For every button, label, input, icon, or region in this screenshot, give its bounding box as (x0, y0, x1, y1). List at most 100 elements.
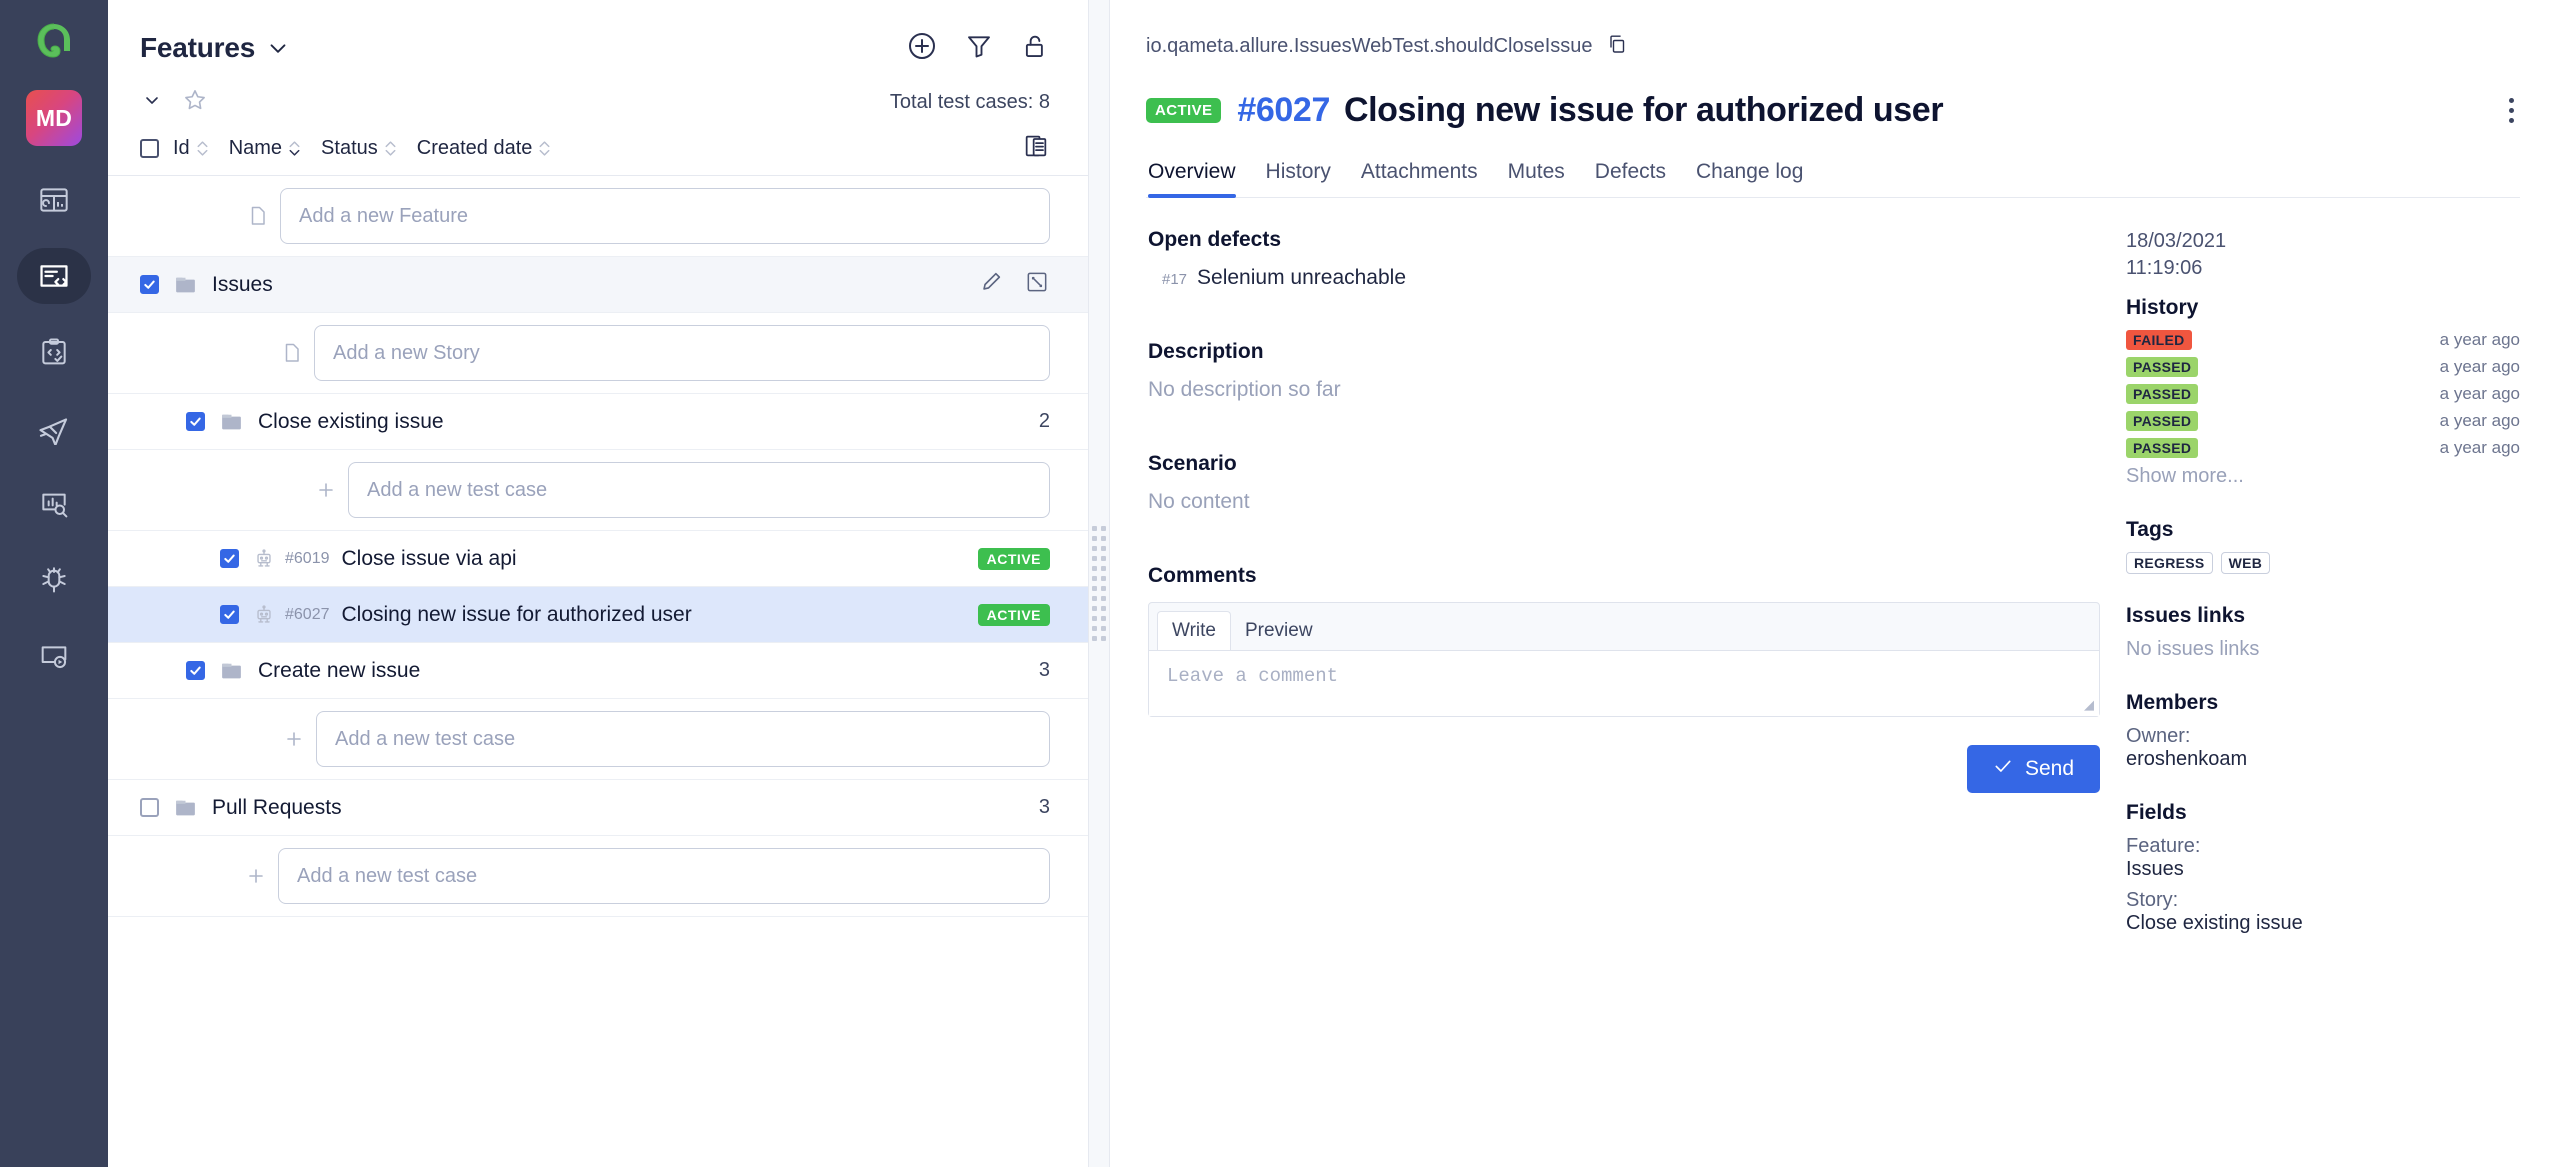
history-item[interactable]: PASSED a year ago (2126, 357, 2520, 378)
resize-handle-icon[interactable]: ◢ (2084, 697, 2094, 713)
row-checkbox[interactable] (186, 412, 205, 431)
send-button[interactable]: Send (1966, 745, 2100, 793)
row-checkbox[interactable] (140, 275, 159, 294)
nav-test-cases[interactable] (17, 248, 91, 304)
column-created-date[interactable]: Created date (417, 137, 552, 160)
add-feature-input[interactable]: Add a new Feature (280, 188, 1050, 244)
expand-icon[interactable] (1024, 269, 1050, 300)
robot-icon (253, 604, 275, 626)
add-test-case-input[interactable]: Add a new test case (348, 462, 1050, 518)
tab-change-log[interactable]: Change log (1696, 160, 1803, 197)
add-test-case-input[interactable]: Add a new test case (278, 848, 1050, 904)
column-name-label: Name (228, 137, 283, 159)
pencil-icon[interactable] (978, 269, 1004, 300)
scenario-text[interactable]: No content (1148, 490, 2100, 514)
nav-dashboards[interactable] (17, 172, 91, 228)
plus-circle-icon[interactable] (906, 30, 938, 67)
show-more-link[interactable]: Show more... (2126, 465, 2520, 488)
copy-icon[interactable] (1605, 32, 1629, 61)
test-case-id[interactable]: #6027 (1237, 91, 1330, 130)
sort-icon[interactable] (384, 140, 397, 157)
tree-header: Features (108, 0, 1088, 74)
tree-row-feature-pull-requests[interactable]: Pull Requests 3 (108, 780, 1088, 836)
tag-chip[interactable]: REGRESS (2126, 552, 2213, 575)
kebab-menu-icon[interactable] (2503, 92, 2520, 129)
tab-mutes[interactable]: Mutes (1508, 160, 1565, 197)
collapse-all-icon[interactable] (140, 88, 164, 117)
comments-heading: Comments (1148, 564, 1257, 587)
test-cases-icon (37, 259, 71, 293)
unlock-icon[interactable] (1020, 31, 1050, 66)
tab-history[interactable]: History (1266, 160, 1331, 197)
column-id-label: Id (173, 137, 190, 159)
row-checkbox[interactable] (220, 605, 239, 624)
column-name[interactable]: Name (229, 137, 301, 160)
add-story-input[interactable]: Add a new Story (314, 325, 1050, 381)
comment-tab-preview[interactable]: Preview (1231, 612, 1327, 650)
allure-logo-icon[interactable] (26, 14, 82, 70)
history-time: a year ago (2439, 438, 2520, 458)
star-icon[interactable] (182, 87, 208, 118)
history-item[interactable]: PASSED a year ago (2126, 411, 2520, 432)
history-time: a year ago (2439, 357, 2520, 377)
detail-sidebar: 18/03/2021 11:19:06 History FAILED a yea… (2100, 198, 2520, 1167)
rocket-icon (37, 411, 71, 445)
tree-row-test-case-6027[interactable]: #6027 Closing new issue for authorized u… (108, 587, 1088, 643)
detail-panel: io.qameta.allure.IssuesWebTest.shouldClo… (1110, 0, 2560, 1167)
page-title: Closing new issue for authorized user (1343, 90, 1944, 129)
comment-textarea[interactable]: Leave a comment ◢ (1149, 650, 2099, 716)
column-status[interactable]: Status (321, 137, 397, 160)
owner-label: Owner: (2126, 725, 2191, 748)
description-text[interactable]: No description so far (1148, 378, 2100, 402)
panel-splitter[interactable] (1088, 0, 1110, 1167)
sort-icon[interactable] (196, 140, 209, 157)
comment-tab-write[interactable]: Write (1157, 611, 1231, 651)
select-all-checkbox[interactable] (140, 139, 159, 158)
nav-defects[interactable] (17, 552, 91, 608)
nav-test-plans[interactable] (17, 324, 91, 380)
detail-tabs: Overview History Attachments Mutes Defec… (1146, 160, 2520, 198)
sort-icon-active[interactable] (288, 140, 301, 157)
breadcrumb-text: io.qameta.allure.IssuesWebTest.shouldClo… (1146, 34, 1593, 57)
tab-attachments[interactable]: Attachments (1361, 160, 1478, 197)
tree-row-story-create-new-issue[interactable]: Create new issue 3 (108, 643, 1088, 699)
history-item[interactable]: PASSED a year ago (2126, 384, 2520, 405)
plus-icon[interactable] (234, 864, 278, 888)
add-test-case-row-2: Add a new test case (108, 699, 1088, 780)
filter-icon[interactable] (964, 31, 994, 66)
open-defect-item[interactable]: #17 Selenium unreachable (1148, 266, 2100, 290)
splitter-grip[interactable] (1092, 526, 1106, 641)
row-checkbox[interactable] (140, 798, 159, 817)
tags-heading: Tags (2126, 518, 2174, 542)
column-id[interactable]: Id (173, 137, 209, 160)
row-checkbox[interactable] (186, 661, 205, 680)
field-story-value[interactable]: Close existing issue (2126, 912, 2520, 935)
row-checkbox[interactable] (220, 549, 239, 568)
sort-icon[interactable] (538, 140, 551, 157)
tree-row-label: Create new issue (258, 658, 421, 682)
owner-value[interactable]: eroshenkoam (2126, 748, 2520, 771)
history-time: a year ago (2439, 330, 2520, 350)
plus-icon[interactable] (304, 478, 348, 502)
status-badge: ACTIVE (1146, 97, 1222, 123)
columns-settings-icon[interactable] (1022, 132, 1050, 165)
tree-row-feature-issues[interactable]: Issues (108, 257, 1088, 313)
issues-links-heading: Issues links (2126, 604, 2246, 628)
tree-row-story-close-existing-issue[interactable]: Close existing issue 2 (108, 394, 1088, 450)
field-feature-value[interactable]: Issues (2126, 858, 2520, 881)
avatar[interactable]: MD (26, 90, 82, 146)
nav-launches[interactable] (17, 400, 91, 456)
tag-chip[interactable]: WEB (2220, 552, 2271, 575)
add-test-case-input[interactable]: Add a new test case (316, 711, 1050, 767)
tab-defects[interactable]: Defects (1595, 160, 1666, 197)
tab-overview[interactable]: Overview (1148, 160, 1236, 198)
tree-row-test-case-6019[interactable]: #6019 Close issue via api ACTIVE (108, 531, 1088, 587)
history-item[interactable]: FAILED a year ago (2126, 330, 2520, 351)
history-item[interactable]: PASSED a year ago (2126, 438, 2520, 459)
add-feature-row: Add a new Feature (108, 176, 1088, 257)
plus-icon[interactable] (272, 727, 316, 751)
issues-links-empty[interactable]: No issues links (2126, 638, 2520, 661)
nav-sessions[interactable] (17, 628, 91, 684)
nav-analytics[interactable] (17, 476, 91, 532)
chevron-down-icon[interactable] (265, 35, 291, 61)
